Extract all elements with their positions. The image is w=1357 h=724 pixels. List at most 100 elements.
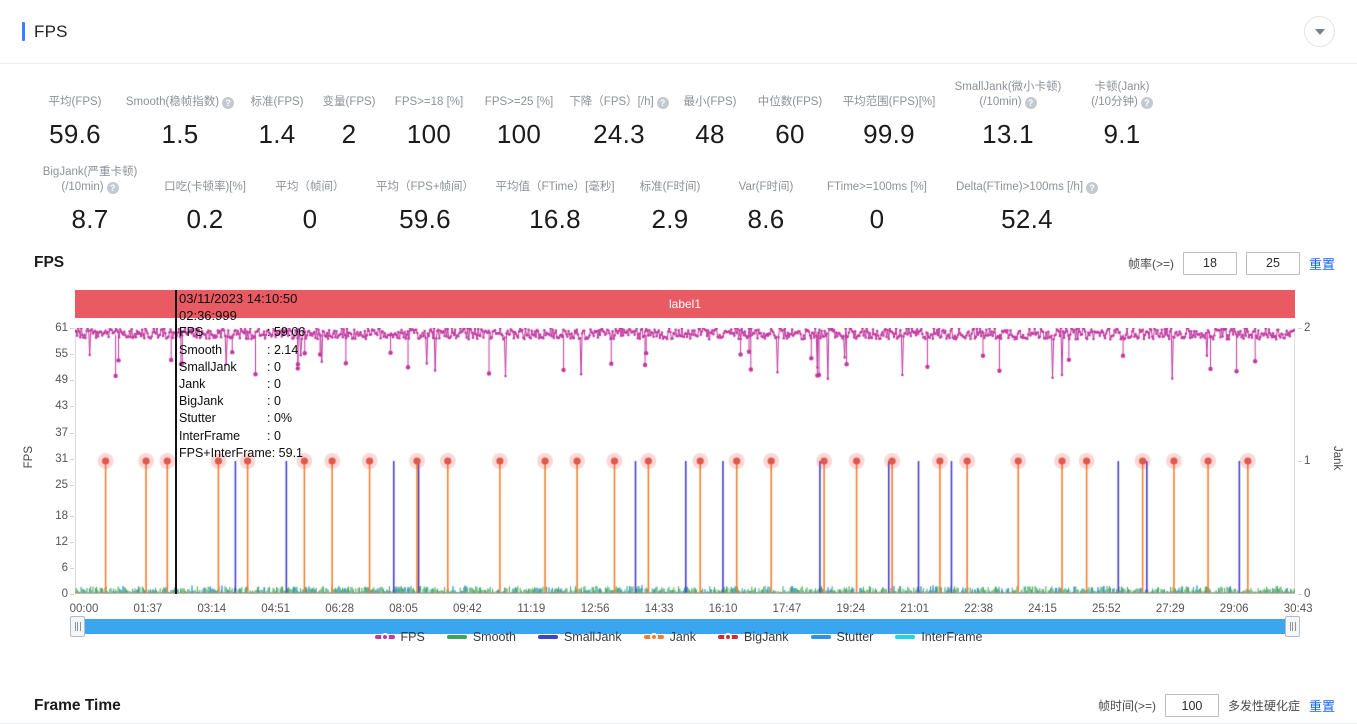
legend-marker-icon — [810, 634, 831, 641]
fps-reset-link[interactable]: 重置 — [1309, 254, 1335, 273]
x-axis-tick: 03:14 — [197, 603, 227, 615]
y-axis-tick: 25 — [55, 478, 74, 491]
stat-label: 标准(F时间) — [639, 181, 701, 193]
legend-item-smooth[interactable]: Smooth — [446, 630, 516, 644]
legend-marker-icon — [718, 633, 739, 641]
legend-marker-icon — [446, 634, 467, 641]
stat-value: 2 — [341, 119, 357, 149]
stat-label: Smooth(稳帧指数)? — [126, 78, 235, 110]
stat-cell: BigJank(严重卡顿) (/10min)? 8.7 — [30, 163, 150, 234]
help-icon[interactable]: ? — [106, 181, 119, 194]
legend-item-jank[interactable]: Jank — [643, 630, 697, 644]
stat-label: 中位数(FPS) — [757, 96, 823, 108]
stat-value: 59.6 — [49, 119, 101, 149]
stat-cell: 平均（FPS+帧间） 59.6 — [360, 163, 490, 234]
frame-time-threshold-input[interactable] — [1164, 694, 1219, 717]
fps-threshold-input-1[interactable] — [1182, 251, 1237, 275]
frame-time-reset-link[interactable]: 重置 — [1309, 696, 1335, 715]
stat-label: FPS>=18 [%] — [394, 96, 464, 108]
fps-panel: FPS 平均(FPS) 59.6 Smooth(稳帧指数)? 1.5 标准(FPS) 1.… — [0, 0, 1357, 724]
stat-label: FPS>=25 [%] — [484, 96, 554, 108]
legend-marker-icon — [895, 634, 916, 641]
stat-value: 1.4 — [258, 119, 296, 149]
stat-label: FTime>=100ms [%] — [827, 181, 927, 193]
stat-value: 60 — [775, 119, 805, 149]
frame-time-title: Frame Time — [34, 696, 121, 714]
stat-value: 100 — [406, 119, 452, 149]
fps-chart-header: FPS 帧率(>=) 重置 — [0, 248, 1357, 278]
legend-marker-icon — [537, 634, 558, 641]
legend-label: Smooth — [472, 630, 516, 644]
y2-axis-tick: 2 — [1297, 322, 1311, 334]
x-axis-tick: 06:28 — [325, 603, 354, 615]
y-axis-tick: 55 — [55, 348, 74, 361]
help-icon[interactable]: ? — [656, 96, 669, 109]
stat-cell: 口吃(卡顿率)[%] 0.2 — [150, 163, 260, 234]
y-axis-tick: 37 — [55, 426, 74, 439]
y-axis-tick: 43 — [55, 400, 74, 413]
x-axis-tick: 00:00 — [69, 603, 99, 615]
x-axis-tick: 29:06 — [1219, 603, 1249, 615]
stat-label: Delta(FTime)>100ms [/h]? — [956, 163, 1099, 195]
stats-row-secondary: BigJank(严重卡顿) (/10min)? 8.7 口吃(卡顿率)[%] 0.2 平均… — [0, 163, 1357, 234]
frame-time-ms-label: 多发性硬化症 — [1227, 699, 1300, 713]
x-axis-tick: 22:38 — [964, 603, 993, 615]
y2-axis-tick: 1 — [1297, 455, 1311, 467]
stat-cell: FPS>=18 [%] 100 — [384, 78, 474, 149]
chevron-down-icon — [1314, 28, 1325, 35]
stat-value: 2.9 — [651, 204, 689, 234]
y-axis-tick: 0 — [61, 588, 75, 600]
stat-value: 13.1 — [982, 119, 1034, 149]
x-axis-tick: 17:47 — [772, 603, 802, 615]
legend-label: Jank — [669, 630, 697, 644]
stat-cell: FTime>=100ms [%] 0 — [812, 163, 942, 234]
stat-cell: 中位数(FPS) 60 — [746, 78, 834, 149]
fps-threshold-input-2[interactable] — [1245, 251, 1300, 275]
y-axis-tick: 61 — [55, 322, 74, 334]
x-axis-tick: 27:29 — [1155, 603, 1185, 615]
stat-value: 8.6 — [747, 204, 785, 234]
stats-summary: 平均(FPS) 59.6 Smooth(稳帧指数)? 1.5 标准(FPS) 1.4 变量(… — [0, 64, 1357, 242]
legend-item-bigjank[interactable]: BigJank — [718, 630, 789, 644]
stat-label: 下降（FPS）[/h]? — [569, 78, 669, 110]
frame-time-filter-label: 帧时间(>=) — [1097, 699, 1156, 713]
stat-cell: FPS>=25 [%] 100 — [474, 78, 564, 149]
frame-time-section-header: Frame Time 帧时间(>=) 多发性硬化症 重置 — [0, 688, 1357, 724]
stat-value: 24.3 — [593, 119, 645, 149]
stat-cell: 标准(F时间) 2.9 — [620, 163, 720, 234]
x-axis-tick: 08:05 — [389, 603, 418, 615]
x-axis-tick: 19:24 — [836, 603, 866, 615]
time-marker-line[interactable] — [175, 290, 177, 594]
collapse-panel-button[interactable] — [1304, 16, 1335, 47]
x-axis-tick: 11:19 — [517, 603, 546, 615]
x-axis-tick: 04:51 — [261, 603, 291, 615]
label-band: label1 — [75, 290, 1295, 318]
legend-item-stutter[interactable]: Stutter — [810, 630, 873, 644]
help-icon[interactable]: ? — [1024, 96, 1037, 109]
legend-label: FPS — [400, 630, 425, 644]
help-icon[interactable]: ? — [1086, 181, 1099, 194]
fps-series-plot — [75, 328, 1295, 594]
help-icon[interactable]: ? — [1140, 96, 1153, 109]
stat-cell: 最小(FPS) 48 — [674, 78, 746, 149]
x-axis-tick: 25:52 — [1092, 603, 1121, 615]
stat-cell: 卡顿(Jank) (/10分钟)? 9.1 — [1072, 78, 1172, 149]
legend-item-interframe[interactable]: InterFrame — [895, 630, 982, 644]
help-icon[interactable]: ? — [222, 96, 235, 109]
stat-label: 平均（FPS+帧间） — [375, 181, 475, 193]
legend-item-smalljank[interactable]: SmallJank — [537, 630, 622, 644]
y-axis-tick: 31 — [55, 452, 74, 465]
stat-label: 卡顿(Jank) (/10分钟)? — [1091, 78, 1153, 110]
legend-item-fps[interactable]: FPS — [374, 630, 425, 644]
stat-label: 平均(FPS) — [48, 96, 102, 108]
stat-label: 变量(FPS) — [322, 96, 376, 108]
stat-cell: Var(F时间) 8.6 — [720, 163, 812, 234]
stat-value: 99.9 — [863, 119, 915, 149]
fps-filter-label: 帧率(>=) — [1127, 256, 1174, 271]
title-accent-bar — [22, 22, 25, 41]
stat-value: 59.6 — [399, 204, 451, 234]
y2-axis-tick: 0 — [1297, 588, 1311, 600]
fps-filter-controls: 帧率(>=) 重置 — [1127, 251, 1335, 275]
stat-cell: 变量(FPS) 2 — [314, 78, 384, 149]
legend-marker-icon — [374, 633, 395, 641]
